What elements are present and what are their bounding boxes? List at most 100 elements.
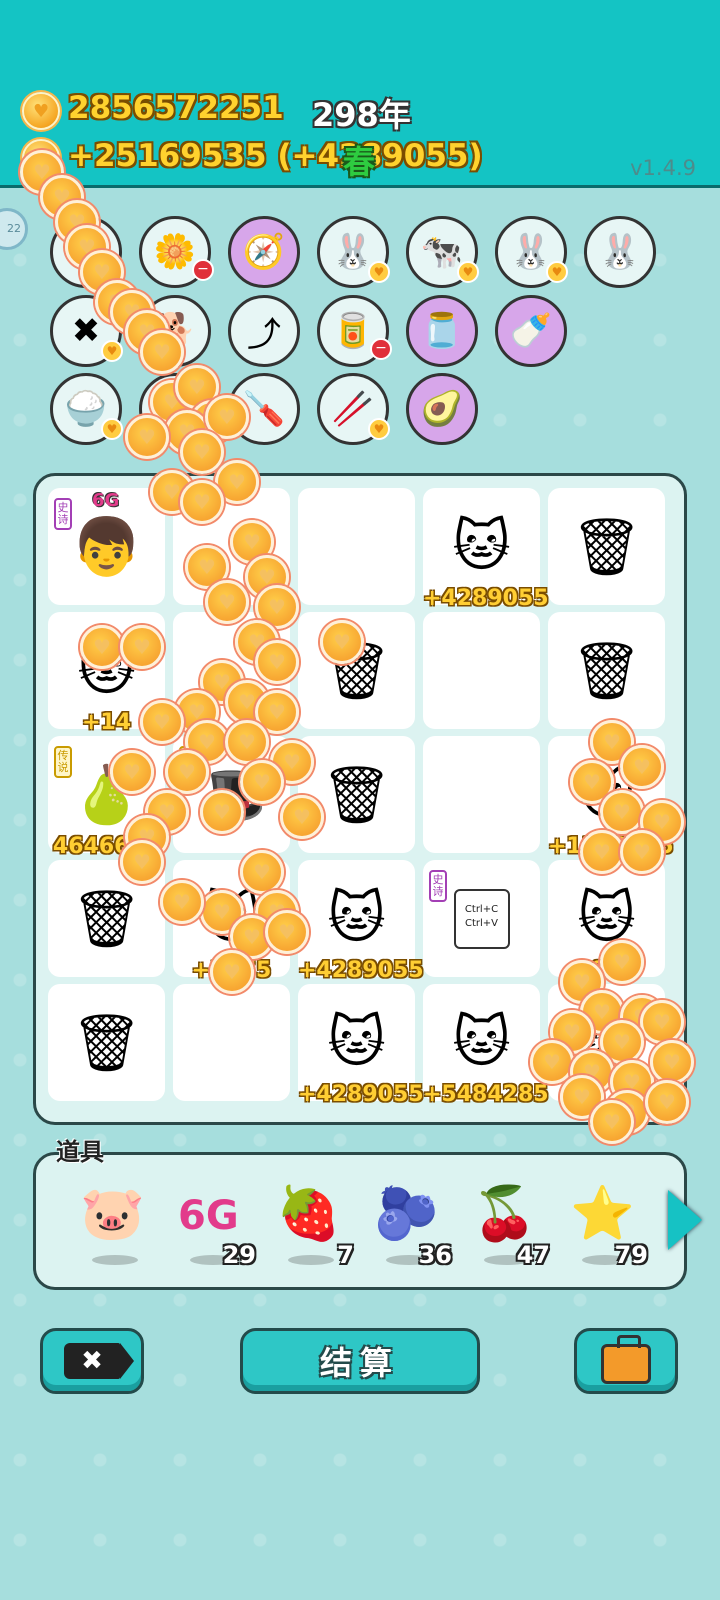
cell-cat[interactable]: 🐱 +4289055 [298,860,424,983]
jar-icon[interactable]: 🫙 [406,295,478,367]
flying-coin-icon: ♥ [265,910,309,954]
cell-cat[interactable]: 🐱 +5484285 [423,984,549,1107]
compass-icon[interactable]: 🧭 [228,216,300,288]
item-count: 29 [222,1241,256,1269]
cell-cat[interactable]: 🐱 +4289055 [298,984,424,1107]
heart-badge-icon: ♥ [101,340,123,362]
version-label: v1.4.9 [630,156,696,180]
rabbit-2-icon[interactable]: 🐰 ♥ [495,216,568,288]
jar-icon-glyph: 🫙 [420,311,464,351]
flying-coin-icon: ♥ [180,430,224,474]
blueberry-icon[interactable]: 🫐 36 [366,1163,456,1283]
flying-coin-icon: ♥ [580,830,624,874]
flying-coin-icon: ♥ [590,1100,634,1144]
settle-button[interactable]: 结算 [240,1328,480,1394]
coin-total: 2856572251 [68,90,284,126]
item-count: 36 [418,1241,452,1269]
side-menu-bubble[interactable]: 22 [0,208,28,250]
chopsticks-icon[interactable]: 🥢 ♥ [317,373,390,445]
flying-coin-icon: ♥ [165,750,209,794]
flying-coin-icon: ♥ [240,760,284,804]
year-counter: 298年 [312,96,411,134]
bayberry-icon[interactable]: 🍒 47 [464,1163,554,1283]
rabbit-3-icon[interactable]: 🐰 [584,216,656,288]
breast-pump-icon[interactable]: 🍼 [495,295,567,367]
bayberry-icon-glyph: 🍒 [472,1184,537,1244]
close-tag-icon-glyph: ✖ [71,311,101,351]
cat-icon: 🐱 [452,514,511,579]
flower-pot-icon[interactable]: 🌼 − [139,216,214,288]
flying-coin-icon: ♥ [200,790,244,834]
item-shadow [288,1255,334,1265]
item-count: 7 [337,1241,354,1269]
flying-coin-icon: ♥ [530,1040,574,1084]
flying-coin-icon: ♥ [600,790,644,834]
flying-coin-icon: ♥ [110,750,154,794]
rabbit-icon-glyph: 🐰 [331,232,375,272]
breast-pump-icon-glyph: 🍼 [509,311,553,351]
flying-coin-icon: ♥ [640,1000,684,1044]
cell-empty[interactable] [423,736,540,853]
season-label: 春 [343,143,376,181]
income-label: +4289055 [298,1082,424,1107]
milk-cow-icon[interactable]: 🐄 ♥ [406,216,479,288]
flying-coin-icon: ♥ [280,795,324,839]
strawberry-icon-glyph: 🍓 [276,1184,341,1244]
flying-coin-icon: ♥ [255,640,299,684]
rabbit-2-icon-glyph: 🐰 [509,232,553,272]
flying-coin-icon: ♥ [205,580,249,624]
flying-coin-icon: ♥ [225,720,269,764]
trash-bag-icon: 🗑 [570,514,643,580]
cell-empty[interactable] [298,488,415,605]
flying-coin-icon: ♥ [140,330,184,374]
flying-coin-icon: ♥ [620,745,664,789]
cell-cat[interactable]: 🐱 +4289055 [423,488,549,611]
cat-icon: 🐱 [452,1010,511,1075]
6g-icon[interactable]: 6G 29 [170,1163,260,1283]
cat-icon: 🐱 [327,886,386,951]
cell-empty[interactable] [423,612,540,729]
arrow-up-icon[interactable]: ⤴ [228,295,300,367]
rabbit-icon[interactable]: 🐰 ♥ [317,216,390,288]
cell-ctrl-cv[interactable]: Ctrl+C Ctrl+V 史诗 [423,860,540,977]
cell-trash-bag[interactable]: 🗑 [298,736,415,853]
boy-icon: 👦 [71,514,142,580]
next-page-arrow-icon[interactable] [668,1190,702,1250]
trash-bag-icon: 🗑 [70,886,143,952]
props-panel: 🐷 6G 29 🍓 7 🫐 36 🍒 47 ⭐ 79 [33,1152,687,1290]
flying-coin-icon: ♥ [210,950,254,994]
rarity-tag: 史诗 [429,870,447,902]
flying-coin-icon: ♥ [240,850,284,894]
cell-empty[interactable] [173,984,290,1101]
flying-coin-icon: ♥ [125,415,169,459]
cell-boy[interactable]: 👦 6G 史诗 [48,488,165,605]
flower-pot-icon-glyph: 🌼 [153,232,197,272]
income-label: +4289055 [423,586,549,611]
canister-icon[interactable]: 🥫 − [317,295,392,367]
rice-bowl-icon[interactable]: 🍚 ♥ [50,373,123,445]
discard-button[interactable]: ✖ [40,1328,144,1394]
settle-label: 结算 [319,1344,400,1382]
heart-badge-icon: ♥ [101,418,123,440]
cell-trash-bag[interactable]: 🗑 [548,612,665,729]
cell-trash-bag[interactable]: 🗑 [48,984,165,1101]
heart-badge-icon: ♥ [368,261,390,283]
strawberry-icon[interactable]: 🍓 7 [268,1163,358,1283]
minus-badge-icon: − [192,259,214,281]
avocado-icon[interactable]: 🥑 [406,373,478,445]
avocado-icon-glyph: 🥑 [420,389,464,429]
screwdriver-icon-glyph: 🪛 [242,389,286,429]
flying-coin-icon: ♥ [600,940,644,984]
close-tag-icon: ✖ [64,1343,134,1379]
coin-icon: ♥ [22,92,60,130]
inventory-button[interactable] [574,1328,678,1394]
income-label: +4289055 [298,958,424,983]
minus-badge-icon: − [370,338,392,360]
income-rate: +25169535 (+4289055) [68,138,483,174]
item-count: 79 [614,1241,648,1269]
compass-icon-glyph: 🧭 [242,232,286,272]
canister-icon-glyph: 🥫 [331,311,375,351]
piggy-bank-icon[interactable]: 🐷 [72,1163,162,1283]
cell-trash-bag[interactable]: 🗑 [548,488,665,605]
star-icon[interactable]: ⭐ 79 [562,1163,652,1283]
